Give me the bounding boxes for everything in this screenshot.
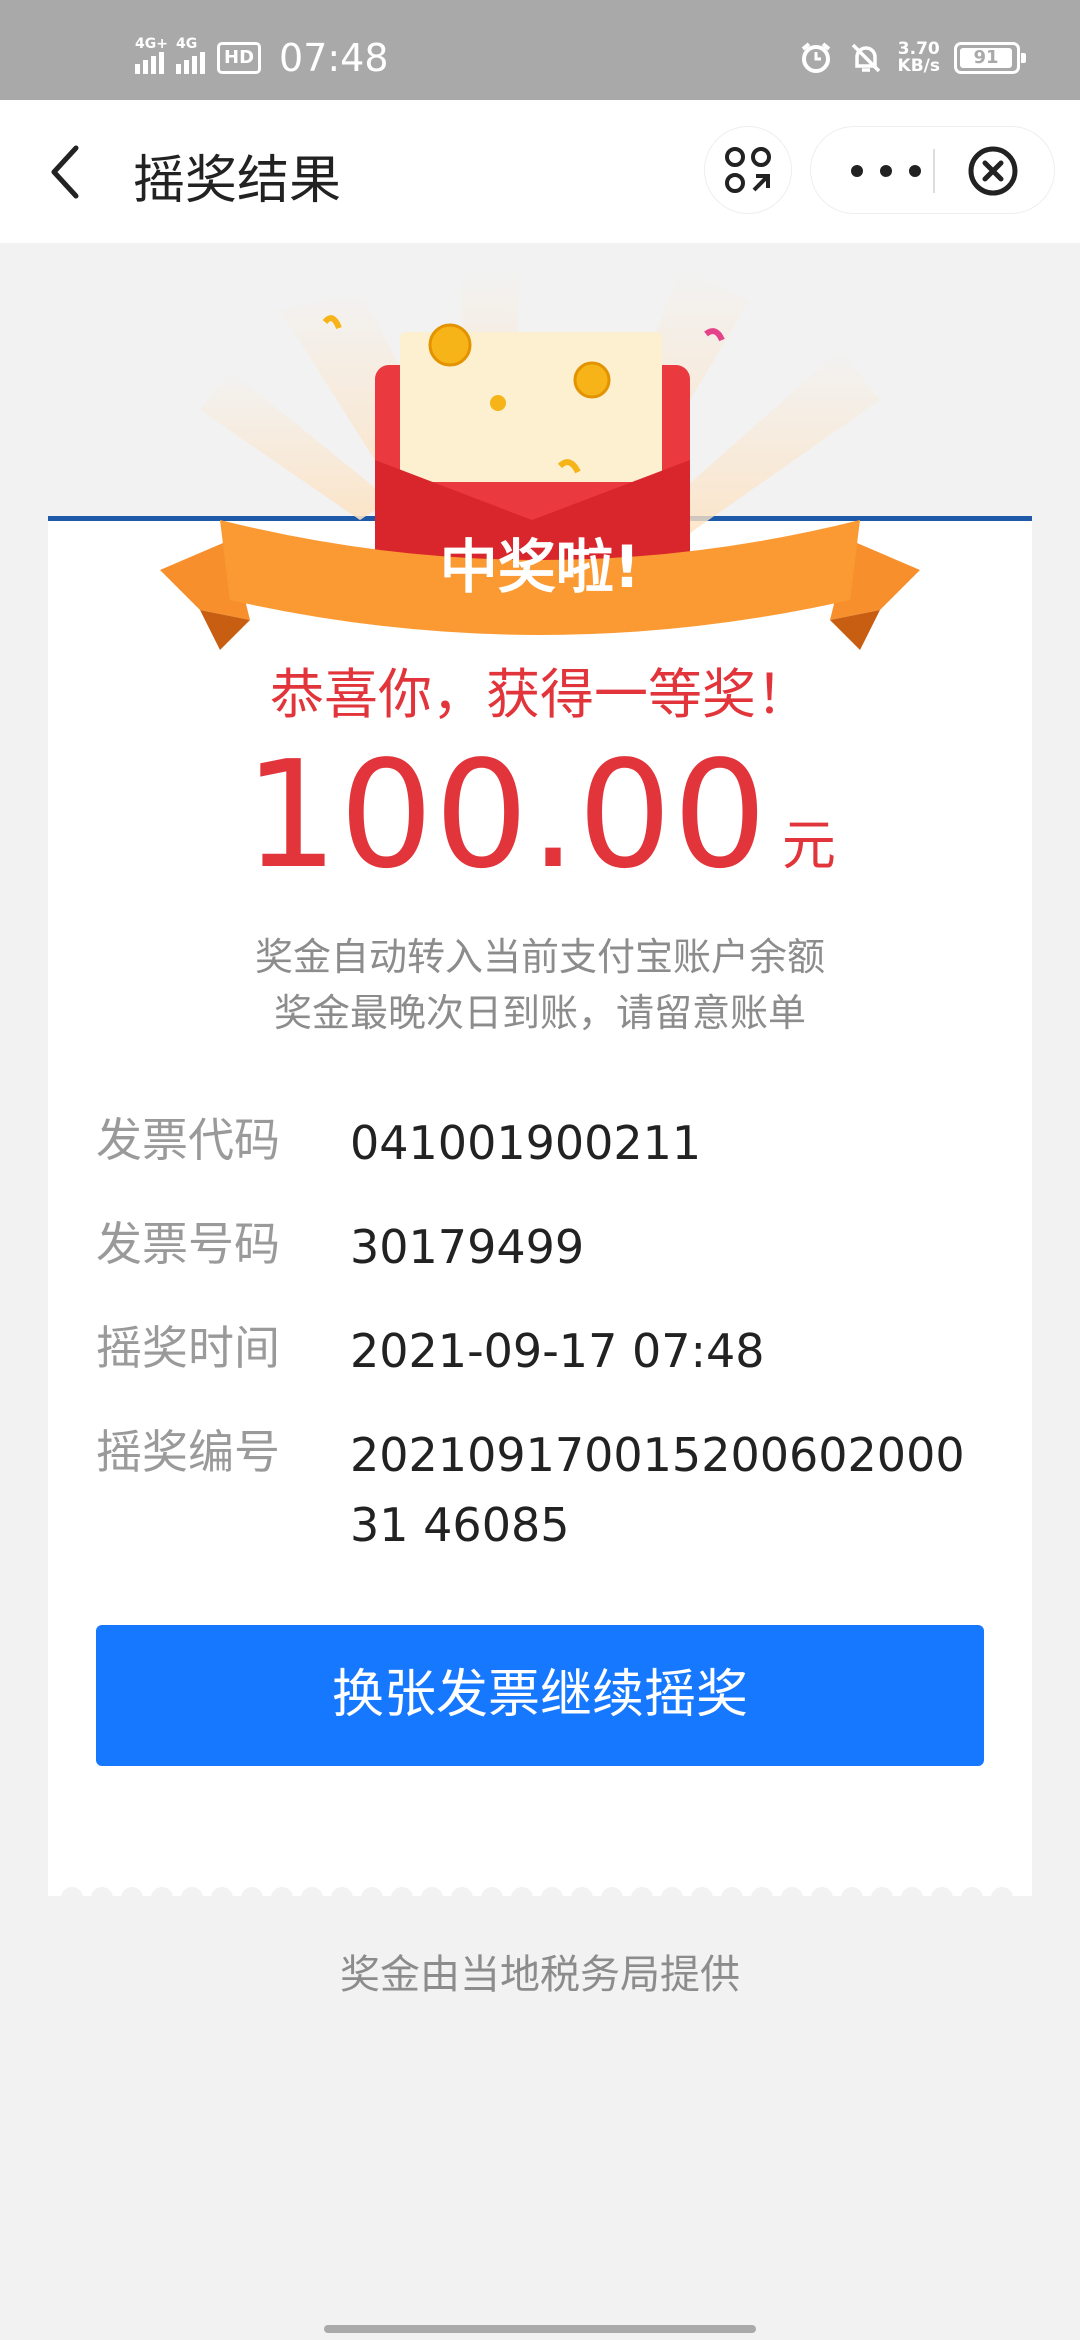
win-banner-text: 中奖啦! — [439, 533, 641, 601]
status-bar: 4G+ 4G HD 07:48 3.70 KB/s 91 — [0, 0, 1080, 100]
status-time: 07:48 — [279, 36, 389, 80]
detail-label: 发票代码 — [96, 1113, 280, 1167]
card-scallop-edge — [48, 1882, 1032, 1910]
page-title: 摇奖结果 — [133, 151, 342, 211]
mute-bell-icon — [851, 43, 880, 73]
detail-value: 2021-09-17 07:48 — [350, 1324, 765, 1378]
signal-icon: 4G+ — [135, 36, 168, 74]
close-icon[interactable] — [967, 145, 1019, 197]
scan-icon — [725, 147, 771, 193]
detail-value: 041001900211 — [350, 1116, 702, 1170]
hd-voice-icon: HD — [217, 42, 262, 74]
detail-row-invoice-number: 发票号码 30179499 — [96, 1212, 996, 1282]
network-type-1: 4G+ — [135, 36, 168, 52]
back-arrow-icon[interactable] — [40, 140, 96, 204]
footer-note: 奖金由当地税务局提供 — [340, 1952, 740, 1998]
battery-level: 91 — [960, 48, 1012, 68]
nav-bar: 摇奖结果 — [0, 100, 1080, 243]
detail-label: 摇奖编号 — [96, 1425, 280, 1479]
mini-program-capsule — [810, 126, 1055, 214]
prize-note-2: 奖金最晚次日到账，请留意账单 — [273, 991, 806, 1035]
prize-unit: 元 — [781, 814, 836, 877]
home-indicator[interactable] — [324, 2325, 756, 2333]
detail-row-draw-id: 摇奖编号 20210917001520060200031 46085 — [96, 1420, 996, 1560]
prize-amount: 100.00 — [244, 729, 768, 901]
battery-icon: 91 — [954, 42, 1026, 74]
scan-button[interactable] — [704, 126, 792, 214]
prize-note-1: 奖金自动转入当前支付宝账户余额 — [254, 935, 825, 979]
detail-row-invoice-code: 发票代码 041001900211 — [96, 1108, 996, 1178]
draw-again-button[interactable]: 换张发票继续摇奖 — [96, 1625, 984, 1766]
network-speed: 3.70 KB/s — [897, 39, 940, 76]
signal-icon-2: 4G — [176, 36, 205, 74]
more-icon[interactable] — [851, 153, 921, 189]
prize-amount-row: 100.00 元 — [0, 740, 1080, 890]
detail-label: 摇奖时间 — [96, 1321, 280, 1375]
detail-label: 发票号码 — [96, 1217, 280, 1271]
detail-value: 30179499 — [350, 1220, 585, 1274]
invoice-details: 发票代码 041001900211 发票号码 30179499 摇奖时间 202… — [96, 1108, 996, 1594]
detail-row-draw-time: 摇奖时间 2021-09-17 07:48 — [96, 1316, 996, 1386]
network-type-2: 4G — [176, 36, 198, 52]
alarm-icon — [801, 42, 830, 73]
congrats-message: 恭喜你，获得一等奖！ — [270, 663, 810, 726]
detail-value: 20210917001520060200031 46085 — [350, 1428, 965, 1552]
